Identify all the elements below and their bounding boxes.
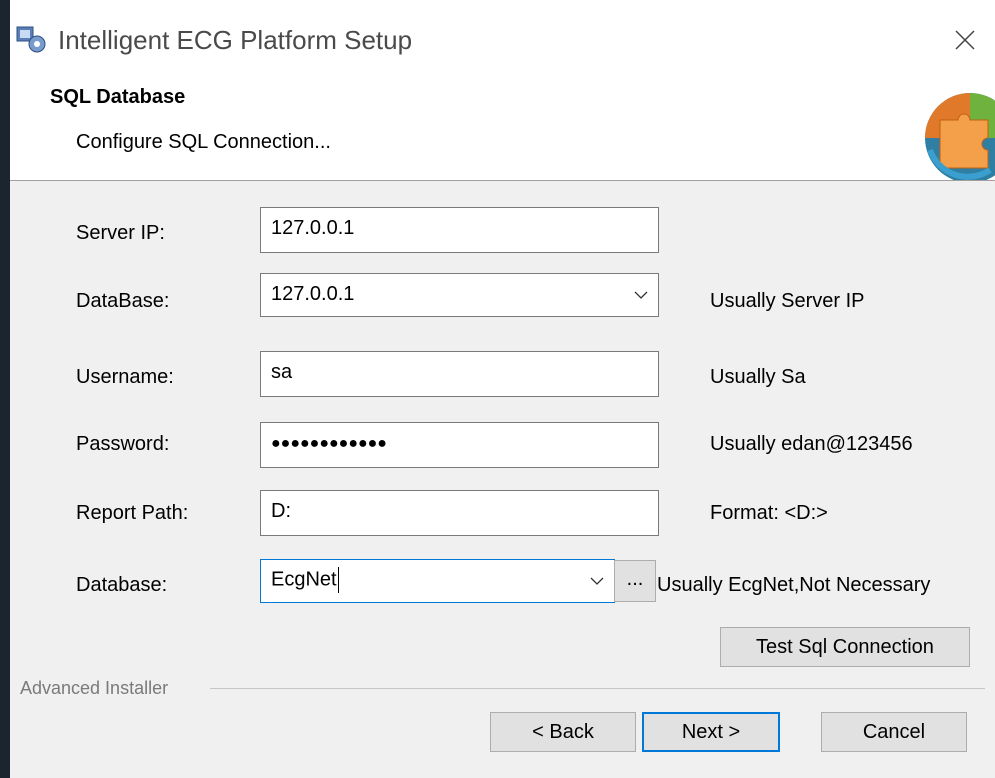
report-path-label: Report Path: xyxy=(76,502,189,524)
password-input[interactable]: ●●●●●●●●●●●● xyxy=(260,422,659,468)
installer-window: Intelligent ECG Platform Setup SQL Datab… xyxy=(10,0,995,778)
window-title: Intelligent ECG Platform Setup xyxy=(58,25,413,55)
database-name-label: Database: xyxy=(76,574,168,596)
report-path-input[interactable]: D: xyxy=(260,490,659,536)
server-ip-input[interactable]: 127.0.0.1 xyxy=(260,207,659,253)
cancel-button[interactable]: Cancel xyxy=(821,712,967,752)
report-path-hint: Format: <D:> xyxy=(710,502,828,524)
form-panel: Server IP: 127.0.0.1 DataBase: 127.0.0.1… xyxy=(10,181,995,778)
password-label: Password: xyxy=(76,433,170,455)
test-sql-connection-button[interactable]: Test Sql Connection xyxy=(720,627,970,667)
chevron-down-icon[interactable] xyxy=(590,574,604,588)
username-input[interactable]: sa xyxy=(260,351,659,397)
next-button[interactable]: Next > xyxy=(642,712,780,752)
chevron-down-icon[interactable] xyxy=(634,288,648,302)
username-hint: Usually Sa xyxy=(710,366,806,388)
server-ip-label: Server IP: xyxy=(76,222,165,244)
page-subtitle: Configure SQL Connection... xyxy=(76,131,331,153)
username-label: Username: xyxy=(76,366,174,388)
page-header: SQL Database Configure SQL Connection... xyxy=(10,80,995,181)
advanced-installer-label: Advanced Installer xyxy=(20,678,169,698)
close-button[interactable] xyxy=(940,18,990,62)
puzzle-logo-icon xyxy=(925,93,995,180)
close-icon xyxy=(955,30,975,50)
browse-database-button[interactable]: ... xyxy=(614,560,656,602)
database-host-label: DataBase: xyxy=(76,290,170,312)
group-divider xyxy=(210,688,985,689)
database-name-combobox[interactable]: EcgNet xyxy=(260,559,615,603)
title-bar: Intelligent ECG Platform Setup xyxy=(10,0,995,80)
back-button[interactable]: < Back xyxy=(490,712,636,752)
database-name-value: EcgNet xyxy=(271,568,337,591)
database-name-hint: Usually EcgNet,Not Necessary xyxy=(657,574,931,596)
page-title: SQL Database xyxy=(50,86,186,108)
database-host-select[interactable]: 127.0.0.1 xyxy=(260,273,659,317)
text-caret xyxy=(337,567,339,593)
installer-app-icon xyxy=(16,26,46,53)
database-host-value: 127.0.0.1 xyxy=(271,283,355,305)
database-host-hint: Usually Server IP xyxy=(710,290,865,312)
password-hint: Usually edan@123456 xyxy=(710,433,913,455)
